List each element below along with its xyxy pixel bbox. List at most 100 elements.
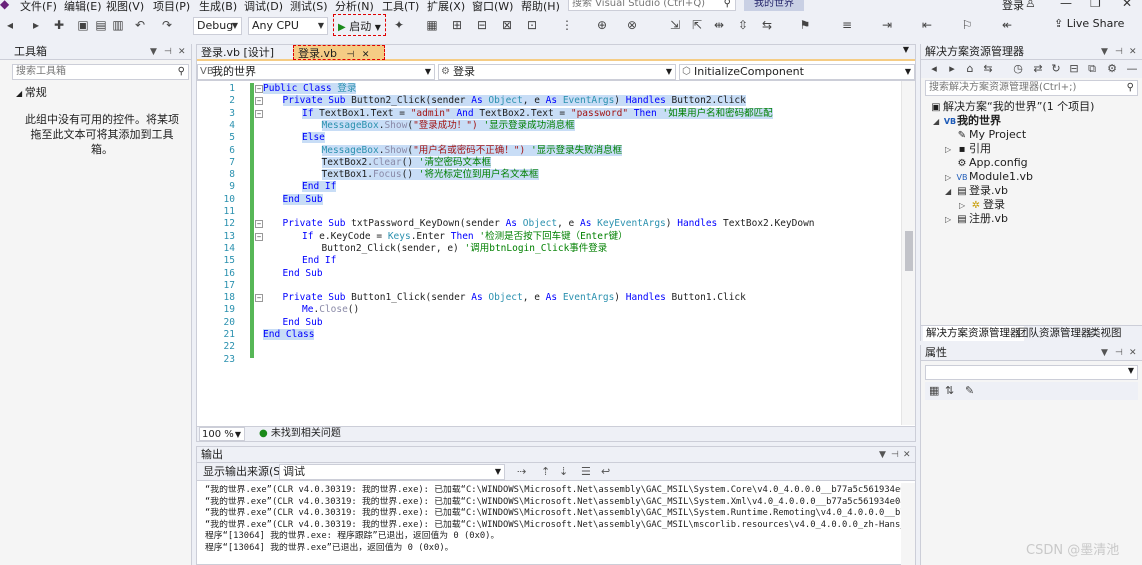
fold-toggle-icon[interactable]: − <box>255 294 263 303</box>
tree-references[interactable]: ▷ ▪ 引用 <box>945 142 991 157</box>
toolbox-group-general[interactable]: ◢ 常规 <box>16 84 191 100</box>
tree-register-vb[interactable]: ▷ ▤ 注册.vb <box>945 212 1008 227</box>
config-select[interactable]: Debug ▼ <box>193 17 242 35</box>
home-icon[interactable]: ⌂ <box>963 62 977 75</box>
tree-my-project[interactable]: ✎ My Project <box>955 128 1026 143</box>
close-icon[interactable]: ✕ <box>1129 44 1137 60</box>
save-all-icon[interactable]: ▥ <box>111 18 125 32</box>
menu-view[interactable]: 视图(V) <box>106 0 144 13</box>
editor-vertical-scrollbar[interactable] <box>901 81 915 425</box>
fold-toggle-icon[interactable]: − <box>255 220 263 229</box>
output-text[interactable]: “我的世界.exe”(CLR v4.0.30319: 我的世界.exe): 已加… <box>205 485 903 555</box>
toggle-icon[interactable]: ⇆ <box>760 18 774 32</box>
sync-icon[interactable]: ⇄ <box>1031 62 1045 75</box>
tab-class-view[interactable]: 类视图 <box>1087 326 1125 341</box>
format-icon[interactable]: ⋮ <box>560 18 574 32</box>
center-horiz-icon[interactable]: ⇹ <box>712 18 726 32</box>
platform-select[interactable]: Any CPU ▼ <box>248 17 328 35</box>
fold-toggle-icon[interactable]: − <box>255 232 263 241</box>
restore-icon[interactable]: ❐ <box>1090 0 1101 10</box>
solution-search-input[interactable]: 搜索解决方案资源管理器(Ctrl+;) ⚲ <box>925 80 1138 96</box>
tree-module1[interactable]: ▷ VB Module1.vb <box>945 170 1033 185</box>
pending-changes-icon[interactable]: ◷ <box>1011 62 1025 75</box>
account-icon[interactable]: ♙ <box>1025 0 1036 10</box>
pin-icon[interactable]: ⊣ <box>1115 345 1123 361</box>
output-source-select[interactable]: 调试 ▼ <box>279 464 505 480</box>
properties-icon[interactable]: — <box>1125 62 1139 75</box>
bookmark-icon[interactable]: ⚑ <box>798 18 812 32</box>
tab-team-explorer[interactable]: 团队资源管理器 <box>1015 326 1095 341</box>
alphabetical-icon[interactable]: ⇅ <box>945 384 954 397</box>
fold-toggle-icon[interactable]: − <box>255 85 263 93</box>
menu-file[interactable]: 文件(F) <box>20 0 57 13</box>
show-all-files-icon[interactable]: ⧉ <box>1085 62 1099 76</box>
issues-indicator[interactable]: ● 未找到相关问题 <box>259 427 341 441</box>
live-share-button[interactable]: ⇪ Live Share <box>1054 17 1124 30</box>
tab-overflow-icon[interactable]: ▼ <box>903 45 909 54</box>
center-vert-icon[interactable]: ⇳ <box>736 18 750 32</box>
refresh-icon[interactable]: ↻ <box>1049 62 1063 75</box>
clear-all-icon[interactable]: ☰ <box>581 463 591 481</box>
close-icon[interactable]: ✕ <box>1129 345 1137 361</box>
vs-search-input[interactable]: 搜索 Visual Studio (Ctrl+Q) ⚲ <box>568 0 736 11</box>
dropdown-icon[interactable]: ▼ <box>1101 345 1108 361</box>
menu-analyze[interactable]: 分析(N) <box>335 0 374 13</box>
scroll-thumb[interactable] <box>905 231 913 271</box>
tab-designer[interactable]: 登录.vb [设计] <box>197 45 289 60</box>
spacing-icon[interactable]: ⊠ <box>500 18 514 32</box>
menu-help[interactable]: 帮助(H) <box>521 0 560 13</box>
tab-code[interactable]: 登录.vb ⊣ ✕ <box>293 45 385 60</box>
property-pages-icon[interactable]: ✎ <box>965 384 974 397</box>
menu-test[interactable]: 测试(S) <box>290 0 328 13</box>
close-window-icon[interactable]: ✕ <box>1122 0 1132 10</box>
toolbox-search-input[interactable]: 搜索工具箱 ⚲ <box>12 64 189 80</box>
zoom-select[interactable]: 100 % ▼ <box>199 427 245 441</box>
back-icon[interactable]: ◂ <box>3 18 17 32</box>
order-icon[interactable]: ⊡ <box>525 18 539 32</box>
preview-icon[interactable]: ⚙ <box>1105 62 1119 75</box>
word-wrap-icon[interactable]: ↩ <box>601 463 610 481</box>
dropdown-icon[interactable]: ▼ <box>879 447 886 463</box>
menu-build[interactable]: 生成(B) <box>199 0 237 13</box>
layout-grid-icon[interactable]: ▦ <box>425 18 439 32</box>
menu-project[interactable]: 项目(P) <box>153 0 190 13</box>
properties-object-select[interactable]: ▼ <box>925 365 1138 380</box>
tree-login-class[interactable]: ▷ ✲ 登录 <box>959 198 1005 213</box>
class-select[interactable]: ⚙ 登录 ▼ <box>438 64 676 80</box>
indent-icon[interactable]: ⇥ <box>880 18 894 32</box>
dropdown-icon[interactable]: ▼ <box>1101 44 1108 60</box>
open-folder-icon[interactable]: ▣ <box>76 18 90 32</box>
tree-login-vb[interactable]: ◢ ▤ 登录.vb <box>945 184 1008 199</box>
fold-toggle-icon[interactable]: − <box>255 97 263 106</box>
output-vertical-scrollbar[interactable] <box>901 483 915 565</box>
bookmark-flag-icon[interactable]: ⚐ <box>960 18 974 32</box>
comment-icon[interactable]: ≡ <box>840 18 854 32</box>
fold-toggle-icon[interactable]: − <box>255 109 263 118</box>
undo-icon[interactable]: ↶ <box>133 18 147 32</box>
size-icon[interactable]: ⊟ <box>475 18 489 32</box>
next-message-icon[interactable]: ⇣ <box>559 463 568 481</box>
tree-app-config[interactable]: ⚙ App.config <box>955 156 1028 171</box>
outdent-icon[interactable]: ⇤ <box>920 18 934 32</box>
tab-order-icon[interactable]: ⊕ <box>595 18 609 32</box>
menu-window[interactable]: 窗口(W) <box>472 0 513 13</box>
back-icon[interactable]: ◂ <box>927 62 941 75</box>
tab-solution-explorer[interactable]: 解决方案资源管理器 <box>923 326 1024 341</box>
lock-controls-icon[interactable]: ⊗ <box>625 18 639 32</box>
pin-icon[interactable]: ⊣ <box>347 50 355 60</box>
menu-debug[interactable]: 调试(D) <box>244 0 283 13</box>
hot-reload-icon[interactable]: ✦ <box>392 18 406 32</box>
switch-views-icon[interactable]: ⇆ <box>981 62 995 75</box>
pin-icon[interactable]: ⊣ <box>1115 44 1123 60</box>
close-icon[interactable]: ✕ <box>178 44 186 60</box>
member-select[interactable]: ⬡ InitializeComponent ▼ <box>679 64 915 80</box>
code-text-area[interactable]: 1 2 3 4 5 6 7 8 9 10 11 12 13 14 15 16 17 18 19 20 21 22 23 Pu… <box>197 81 901 425</box>
collapse-all-icon[interactable]: ⊟ <box>1067 62 1081 75</box>
menu-edit[interactable]: 编辑(E) <box>64 0 102 13</box>
pin-icon[interactable]: ⊣ <box>164 44 172 60</box>
bring-front-icon[interactable]: ⇲ <box>668 18 682 32</box>
pin-icon[interactable]: ⊣ <box>891 447 899 463</box>
save-icon[interactable]: ▤ <box>94 18 108 32</box>
align-icon[interactable]: ⊞ <box>450 18 464 32</box>
tree-solution[interactable]: ▣ 解决方案“我的世界”(1 个项目) <box>929 100 1094 115</box>
